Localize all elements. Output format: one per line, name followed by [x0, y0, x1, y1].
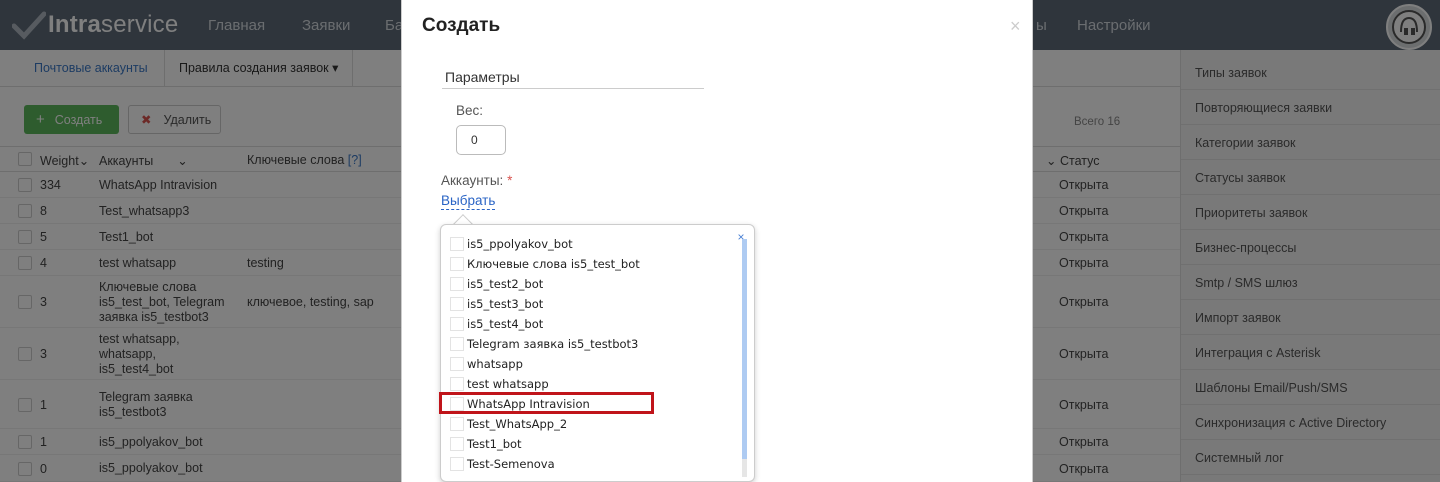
- option-checkbox[interactable]: [450, 377, 464, 391]
- modal-close-button[interactable]: ×: [1010, 16, 1021, 37]
- option-label: Telegram заявка is5_testbot3: [467, 337, 639, 351]
- required-mark: *: [507, 173, 513, 188]
- option-label: whatsapp: [467, 357, 523, 371]
- accounts-dropdown: × is5_ppolyakov_bot Ключевые слова is5_te…: [440, 224, 755, 482]
- option-label: is5_test3_bot: [467, 297, 544, 311]
- account-option[interactable]: is5_test2_bot: [450, 275, 543, 293]
- account-option[interactable]: is5_test4_bot: [450, 315, 543, 333]
- accounts-label: Аккаунты: *: [441, 173, 512, 188]
- option-checkbox[interactable]: [450, 277, 464, 291]
- option-checkbox[interactable]: [450, 457, 464, 471]
- option-label: is5_test4_bot: [467, 317, 544, 331]
- select-accounts-link[interactable]: Выбрать: [441, 193, 496, 210]
- account-option[interactable]: test whatsapp: [450, 375, 549, 393]
- weight-label: Вес:: [456, 103, 484, 118]
- parameters-section-title: Параметры: [442, 69, 704, 89]
- option-label: is5_ppolyakov_bot: [467, 237, 573, 251]
- option-label: Ключевые слова is5_test_bot: [467, 257, 640, 271]
- option-checkbox[interactable]: [450, 437, 464, 451]
- option-checkbox[interactable]: [450, 357, 464, 371]
- option-label: Test_WhatsApp_2: [467, 417, 568, 431]
- option-checkbox[interactable]: [450, 417, 464, 431]
- highlight-box: [439, 392, 654, 414]
- option-checkbox[interactable]: [450, 237, 464, 251]
- dropdown-scrollbar-thumb[interactable]: [742, 239, 747, 459]
- option-label: test whatsapp: [467, 377, 549, 391]
- account-option[interactable]: Test1_bot: [450, 435, 522, 453]
- weight-input[interactable]: 0: [456, 125, 506, 155]
- option-checkbox[interactable]: [450, 337, 464, 351]
- account-option[interactable]: Ключевые слова is5_test_bot: [450, 255, 640, 273]
- account-option[interactable]: Test-Semenova: [450, 455, 555, 473]
- account-option[interactable]: Telegram заявка is5_testbot3: [450, 335, 638, 353]
- option-checkbox[interactable]: [450, 297, 464, 311]
- account-option[interactable]: Test_WhatsApp_2: [450, 415, 567, 433]
- option-label: is5_test2_bot: [467, 277, 544, 291]
- option-checkbox[interactable]: [450, 257, 464, 271]
- option-label: Test1_bot: [467, 437, 522, 451]
- account-option[interactable]: whatsapp: [450, 355, 523, 373]
- option-label: Test-Semenova: [467, 457, 555, 471]
- dropdown-scrollbar[interactable]: [742, 239, 747, 477]
- accounts-label-text: Аккаунты:: [441, 173, 504, 188]
- option-checkbox[interactable]: [450, 317, 464, 331]
- modal-title: Создать: [422, 15, 501, 36]
- account-option[interactable]: is5_test3_bot: [450, 295, 543, 313]
- account-option[interactable]: is5_ppolyakov_bot: [450, 235, 573, 253]
